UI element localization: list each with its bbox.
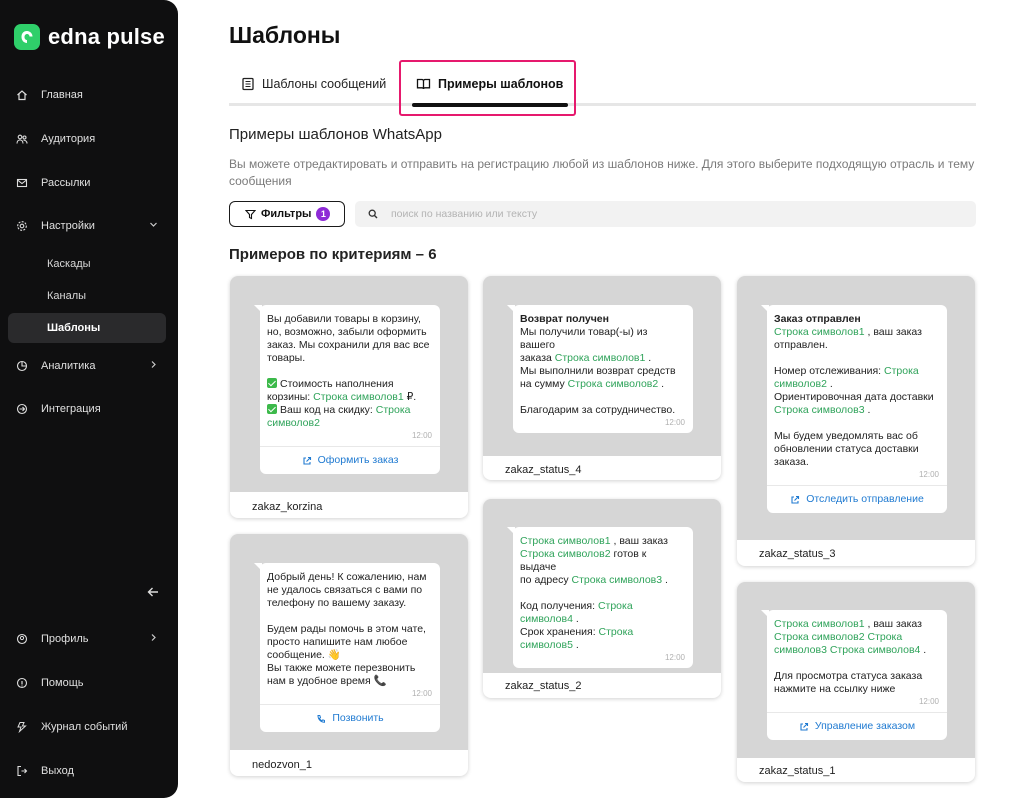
template-card-zakaz-status-3[interactable]: Заказ отправлен Строка символов1 , ваш з…: [737, 276, 975, 566]
nav-label: Аудитория: [41, 133, 96, 145]
search-icon: [368, 209, 378, 219]
nav-label: Помощь: [41, 677, 84, 689]
mail-icon: [16, 177, 28, 189]
checkmark-icon: [267, 378, 277, 388]
nav-home[interactable]: Главная: [0, 80, 178, 110]
message-time: 12:00: [918, 470, 939, 479]
order-button[interactable]: Оформить заказ: [260, 446, 440, 474]
template-name: zakaz_korzina: [252, 501, 323, 513]
nav-label: Выход: [41, 765, 74, 777]
template-card-nedozvon-1[interactable]: Добрый день! К сожалению, нам не удалось…: [230, 534, 468, 776]
tab-bar: Шаблоны сообщений Примеры шаблонов: [229, 62, 976, 107]
message-bubble: Добрый день! К сожалению, нам не удалось…: [254, 563, 440, 732]
nav-help[interactable]: Помощь: [0, 668, 178, 698]
card-preview: Строка символов1 , ваш заказ Строка симв…: [483, 499, 721, 673]
template-name: nedozvon_1: [252, 759, 312, 771]
message-bubble: Возврат получен Мы получили товар(-ы) из…: [507, 305, 693, 433]
filter-icon: [245, 209, 256, 220]
template-card-zakaz-status-1[interactable]: Строка символов1 , ваш заказ Строка симв…: [737, 582, 975, 782]
message-time: 12:00: [664, 418, 685, 427]
message-time: 12:00: [411, 689, 432, 698]
template-name: zakaz_status_2: [505, 680, 582, 692]
collapse-sidebar-icon[interactable]: [146, 585, 160, 604]
card-preview: Заказ отправлен Строка символов1 , ваш з…: [737, 276, 975, 540]
track-shipment-button[interactable]: Отследить отправление: [767, 485, 947, 513]
results-count: Примеров по критериям – 6: [229, 246, 437, 263]
template-card-zakaz-status-4[interactable]: Возврат получен Мы получили товар(-ы) из…: [483, 276, 721, 480]
card-preview: Возврат получен Мы получили товар(-ы) из…: [483, 276, 721, 456]
tab-message-templates[interactable]: Шаблоны сообщений: [241, 62, 386, 106]
message-bubble: Строка символов1 , ваш заказ Строка симв…: [507, 527, 693, 668]
card-preview: Добрый день! К сожалению, нам не удалось…: [230, 534, 468, 750]
nav-logout[interactable]: Выход: [0, 756, 178, 786]
chevron-right-icon: [149, 633, 158, 645]
manage-order-button[interactable]: Управление заказом: [767, 712, 947, 740]
chevron-down-icon: [149, 220, 158, 232]
sidebar-item-cascades[interactable]: Каскады: [8, 249, 166, 279]
sidebar-item-channels[interactable]: Каналы: [8, 281, 166, 311]
filters-label: Фильтры: [261, 208, 312, 220]
nav-label: Аналитика: [41, 360, 96, 372]
template-card-zakaz-status-2[interactable]: Строка символов1 , ваш заказ Строка симв…: [483, 499, 721, 698]
document-icon: [241, 77, 255, 91]
nav-label: Рассылки: [41, 177, 91, 189]
nav-label: Настройки: [41, 220, 95, 232]
help-icon: [16, 677, 28, 689]
section-description: Вы можете отредактировать и отправить на…: [229, 157, 975, 188]
tab-highlight-frame: [399, 60, 576, 116]
nav-event-log[interactable]: Журнал событий: [0, 712, 178, 742]
phone-icon: [316, 714, 326, 724]
external-link-icon: [790, 495, 800, 505]
nav-settings[interactable]: Настройки: [0, 211, 178, 241]
audience-icon: [16, 133, 28, 145]
section-title: Примеры шаблонов WhatsApp: [229, 126, 442, 143]
nav-label: Интеграция: [41, 403, 101, 415]
profile-icon: [16, 633, 28, 645]
edna-logo-icon: [14, 24, 40, 50]
search-input[interactable]: поиск по названию или тексту: [355, 201, 976, 227]
message-time: 12:00: [664, 653, 685, 662]
home-icon: [16, 89, 28, 101]
checkmark-icon: [267, 404, 277, 414]
page-title: Шаблоны: [229, 22, 341, 48]
external-link-icon: [302, 456, 312, 466]
search-placeholder: поиск по названию или тексту: [391, 208, 538, 220]
external-link-icon: [799, 722, 809, 732]
card-preview: Вы добавили товары в корзину, но, возмож…: [230, 276, 468, 492]
nav-mailings[interactable]: Рассылки: [0, 168, 178, 198]
chart-icon: [16, 360, 28, 372]
nav-label: Главная: [41, 89, 83, 101]
message-bubble: Заказ отправлен Строка символов1 , ваш з…: [761, 305, 947, 513]
filters-button[interactable]: Фильтры 1: [229, 201, 345, 227]
sidebar-item-templates[interactable]: Шаблоны: [8, 313, 166, 343]
message-bubble: Строка символов1 , ваш заказ Строка симв…: [761, 610, 947, 740]
log-icon: [16, 721, 28, 733]
message-time: 12:00: [918, 697, 939, 706]
logo[interactable]: edna pulse: [14, 24, 165, 50]
nav-label: Журнал событий: [41, 721, 128, 733]
tab-label: Шаблоны сообщений: [262, 77, 387, 91]
sidebar: edna pulse Главная Аудитория Рассылки На…: [0, 0, 178, 798]
card-preview: Строка символов1 , ваш заказ Строка симв…: [737, 582, 975, 758]
call-button[interactable]: Позвонить: [260, 704, 440, 732]
nav-integration[interactable]: Интеграция: [0, 394, 178, 424]
gear-icon: [16, 220, 28, 232]
logo-text: edna pulse: [48, 24, 165, 49]
nav-label: Профиль: [41, 633, 89, 645]
chevron-right-icon: [149, 360, 158, 372]
message-time: 12:00: [411, 431, 432, 440]
integration-icon: [16, 403, 28, 415]
template-name: zakaz_status_4: [505, 464, 582, 476]
filters-count-badge: 1: [316, 207, 331, 221]
nav-analytics[interactable]: Аналитика: [0, 351, 178, 381]
nav-audience[interactable]: Аудитория: [0, 124, 178, 154]
logout-icon: [16, 765, 28, 777]
message-bubble: Вы добавили товары в корзину, но, возмож…: [254, 305, 440, 474]
template-name: zakaz_status_3: [759, 548, 836, 560]
template-card-zakaz-korzina[interactable]: Вы добавили товары в корзину, но, возмож…: [230, 276, 468, 518]
nav-profile[interactable]: Профиль: [0, 624, 178, 654]
template-name: zakaz_status_1: [759, 765, 836, 777]
